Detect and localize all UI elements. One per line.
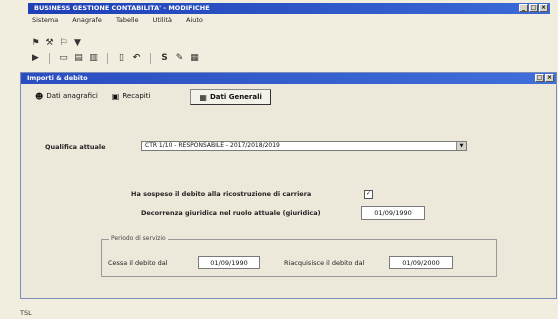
tab-dati-anagrafici[interactable]: ☻ Dati anagrafici: [31, 89, 102, 103]
close-button[interactable]: ×: [539, 4, 548, 12]
main-window-titlebar: BUSINESS GESTIONE CONTABILITA' - MODIFIC…: [28, 3, 550, 14]
toolbar-separator: [49, 53, 50, 64]
periodo-group: Periodo di servizio Cessa il debito dal …: [101, 235, 497, 277]
copy-icon[interactable]: ▥: [88, 53, 99, 64]
filter-icon[interactable]: ▼: [72, 38, 83, 49]
tool-3-icon[interactable]: ⚐: [58, 38, 69, 49]
grid-icon: ▦: [199, 92, 207, 102]
tab-label: Recapiti: [122, 92, 151, 100]
child-maximize-button[interactable]: □: [535, 74, 544, 82]
statusbar: TSL: [20, 309, 32, 317]
decorrenza-label: Decorrenza giuridica nel ruolo attuale (…: [141, 209, 321, 217]
s-icon[interactable]: S: [159, 53, 170, 64]
toolbar-primary: ⚑ ⚒ ⚐ ▼: [30, 38, 83, 50]
decorrenza-field[interactable]: 01/09/1990: [361, 206, 425, 220]
edit-icon[interactable]: ✎: [174, 53, 185, 64]
tool-1-icon[interactable]: ⚑: [30, 38, 41, 49]
qualifica-value: CTR 1/10 - RESPONSABILE - 2017/2018/2019: [145, 142, 280, 149]
chevron-down-icon[interactable]: ▼: [456, 142, 466, 150]
menu-aiuto[interactable]: Aiuto: [186, 16, 203, 24]
cessa-field[interactable]: 01/09/1990: [198, 256, 260, 269]
riacquisisce-label: Riacquisisce il debito dal: [284, 259, 365, 267]
sospeso-label: Ha sospeso il debito alla ricostruzione …: [131, 190, 312, 198]
child-close-button[interactable]: ×: [545, 74, 554, 82]
child-window-title: Importi & debito: [27, 74, 88, 82]
toolbar-separator: [107, 53, 108, 64]
qualifica-label: Qualifica attuale: [45, 143, 106, 151]
tab-bar: ☻ Dati anagrafici ▣ Recapiti ▦ Dati Gene…: [31, 89, 271, 105]
tool-2-icon[interactable]: ⚒: [44, 38, 55, 49]
tool-icon[interactable]: ▶: [30, 53, 41, 64]
save-icon[interactable]: ▭: [58, 53, 69, 64]
sospeso-checkbox[interactable]: ✓: [364, 190, 373, 199]
qualifica-select[interactable]: CTR 1/10 - RESPONSABILE - 2017/2018/2019…: [141, 141, 467, 151]
tab-label: Dati anagrafici: [46, 92, 98, 100]
toolbar-separator: [150, 53, 151, 64]
clip-icon[interactable]: ▯: [116, 53, 127, 64]
tab-dati-generali[interactable]: ▦ Dati Generali: [190, 89, 271, 105]
menu-tabelle[interactable]: Tabelle: [116, 16, 139, 24]
grid-icon[interactable]: ▦: [189, 53, 200, 64]
toolbar-secondary: ▶ ▭ ▤ ▥ ▯ ↶ S ✎ ▦: [30, 53, 200, 65]
main-window-title: BUSINESS GESTIONE CONTABILITA' - MODIFIC…: [34, 4, 210, 12]
tab-recapiti[interactable]: ▣ Recapiti: [108, 89, 155, 103]
cessa-label: Cessa il debito dal: [108, 259, 168, 267]
menu-sistema[interactable]: Sistema: [32, 16, 58, 24]
maximize-button[interactable]: □: [529, 4, 538, 12]
menu-anagrafe[interactable]: Anagrafe: [72, 16, 102, 24]
minimize-button[interactable]: _: [519, 4, 528, 12]
undo-icon[interactable]: ↶: [131, 53, 142, 64]
book-icon: ▣: [111, 91, 120, 101]
riacquisisce-field[interactable]: 01/09/2000: [389, 256, 453, 269]
user-icon: ☻: [35, 91, 44, 101]
child-window-titlebar: Importi & debito □ ×: [21, 73, 556, 84]
menubar: Sistema Anagrafe Tabelle Utilità Aiuto: [28, 15, 550, 25]
group-title: Periodo di servizio: [109, 235, 168, 242]
child-window: Importi & debito □ × ☻ Dati anagrafici ▣…: [20, 72, 557, 299]
menu-utilita[interactable]: Utilità: [153, 16, 172, 24]
tab-label: Dati Generali: [209, 93, 262, 101]
print-icon[interactable]: ▤: [73, 53, 84, 64]
